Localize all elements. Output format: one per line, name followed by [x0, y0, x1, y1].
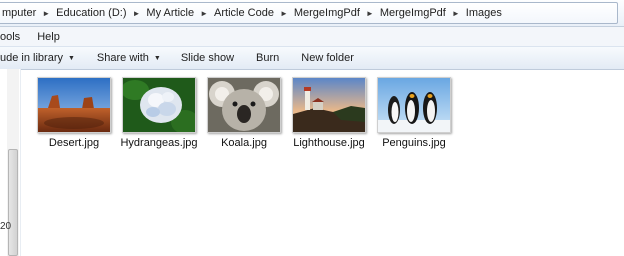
hydrangeas-thumbnail[interactable] [122, 77, 196, 133]
breadcrumb-my-article[interactable]: My Article [143, 7, 197, 19]
nav-pane-partial-text: 20 [0, 221, 12, 232]
menu-tools[interactable]: ools [0, 31, 24, 43]
share-with-button[interactable]: Share with ▼ [88, 52, 170, 64]
breadcrumb-article-code[interactable]: Article Code [211, 7, 277, 19]
file-name[interactable]: Penguins.jpg [374, 137, 454, 149]
koala-thumbnail[interactable] [207, 77, 281, 133]
chevron-down-icon: ▼ [67, 54, 75, 62]
lighthouse-thumbnail[interactable] [292, 77, 366, 133]
breadcrumb-computer[interactable]: mputer [0, 7, 39, 19]
nav-scrollbar-thumb[interactable] [8, 149, 18, 256]
navigation-pane: 20 [0, 69, 21, 256]
breadcrumb-images[interactable]: Images [463, 7, 505, 19]
file-name[interactable]: Koala.jpg [204, 137, 284, 149]
chevron-right-icon[interactable]: ► [449, 9, 463, 18]
include-in-library-button[interactable]: ude in library ▼ [0, 52, 84, 64]
file-name[interactable]: Lighthouse.jpg [289, 137, 369, 149]
burn-button[interactable]: Burn [247, 52, 288, 64]
file-item[interactable]: Penguins.jpg [374, 77, 454, 149]
breadcrumb-mergeimgpdf-sub[interactable]: MergeImgPdf [377, 7, 449, 19]
file-name[interactable]: Desert.jpg [34, 137, 114, 149]
desert-thumbnail[interactable] [37, 77, 111, 133]
penguins-thumbnail[interactable] [377, 77, 451, 133]
command-toolbar: ude in library ▼ Share with ▼ Slide show… [0, 46, 624, 70]
address-bar: mputer ► Education (D:) ► My Article ► A… [0, 0, 624, 27]
new-folder-label: New folder [301, 52, 354, 64]
chevron-right-icon[interactable]: ► [363, 9, 377, 18]
chevron-right-icon[interactable]: ► [39, 9, 53, 18]
menu-help[interactable]: Help [33, 31, 64, 43]
include-in-library-label: ude in library [0, 52, 63, 64]
chevron-right-icon[interactable]: ► [277, 9, 291, 18]
file-name[interactable]: Hydrangeas.jpg [119, 137, 199, 149]
file-list: Desert.jpg Hydrangeas.jpg Koala.jpg Ligh… [21, 69, 624, 256]
chevron-down-icon: ▼ [153, 54, 161, 62]
slide-show-button[interactable]: Slide show [172, 52, 243, 64]
breadcrumb-mergeimgpdf[interactable]: MergeImgPdf [291, 7, 363, 19]
breadcrumb[interactable]: mputer ► Education (D:) ► My Article ► A… [0, 2, 618, 24]
chevron-right-icon[interactable]: ► [197, 9, 211, 18]
file-item[interactable]: Hydrangeas.jpg [119, 77, 199, 149]
burn-label: Burn [256, 52, 280, 64]
share-with-label: Share with [96, 52, 149, 64]
slide-show-label: Slide show [180, 52, 235, 64]
file-item[interactable]: Koala.jpg [204, 77, 284, 149]
chevron-right-icon[interactable]: ► [129, 9, 143, 18]
file-item[interactable]: Desert.jpg [34, 77, 114, 149]
breadcrumb-education-drive[interactable]: Education (D:) [53, 7, 129, 19]
new-folder-button[interactable]: New folder [292, 52, 363, 64]
file-item[interactable]: Lighthouse.jpg [289, 77, 369, 149]
menu-bar: ools Help [0, 27, 624, 46]
